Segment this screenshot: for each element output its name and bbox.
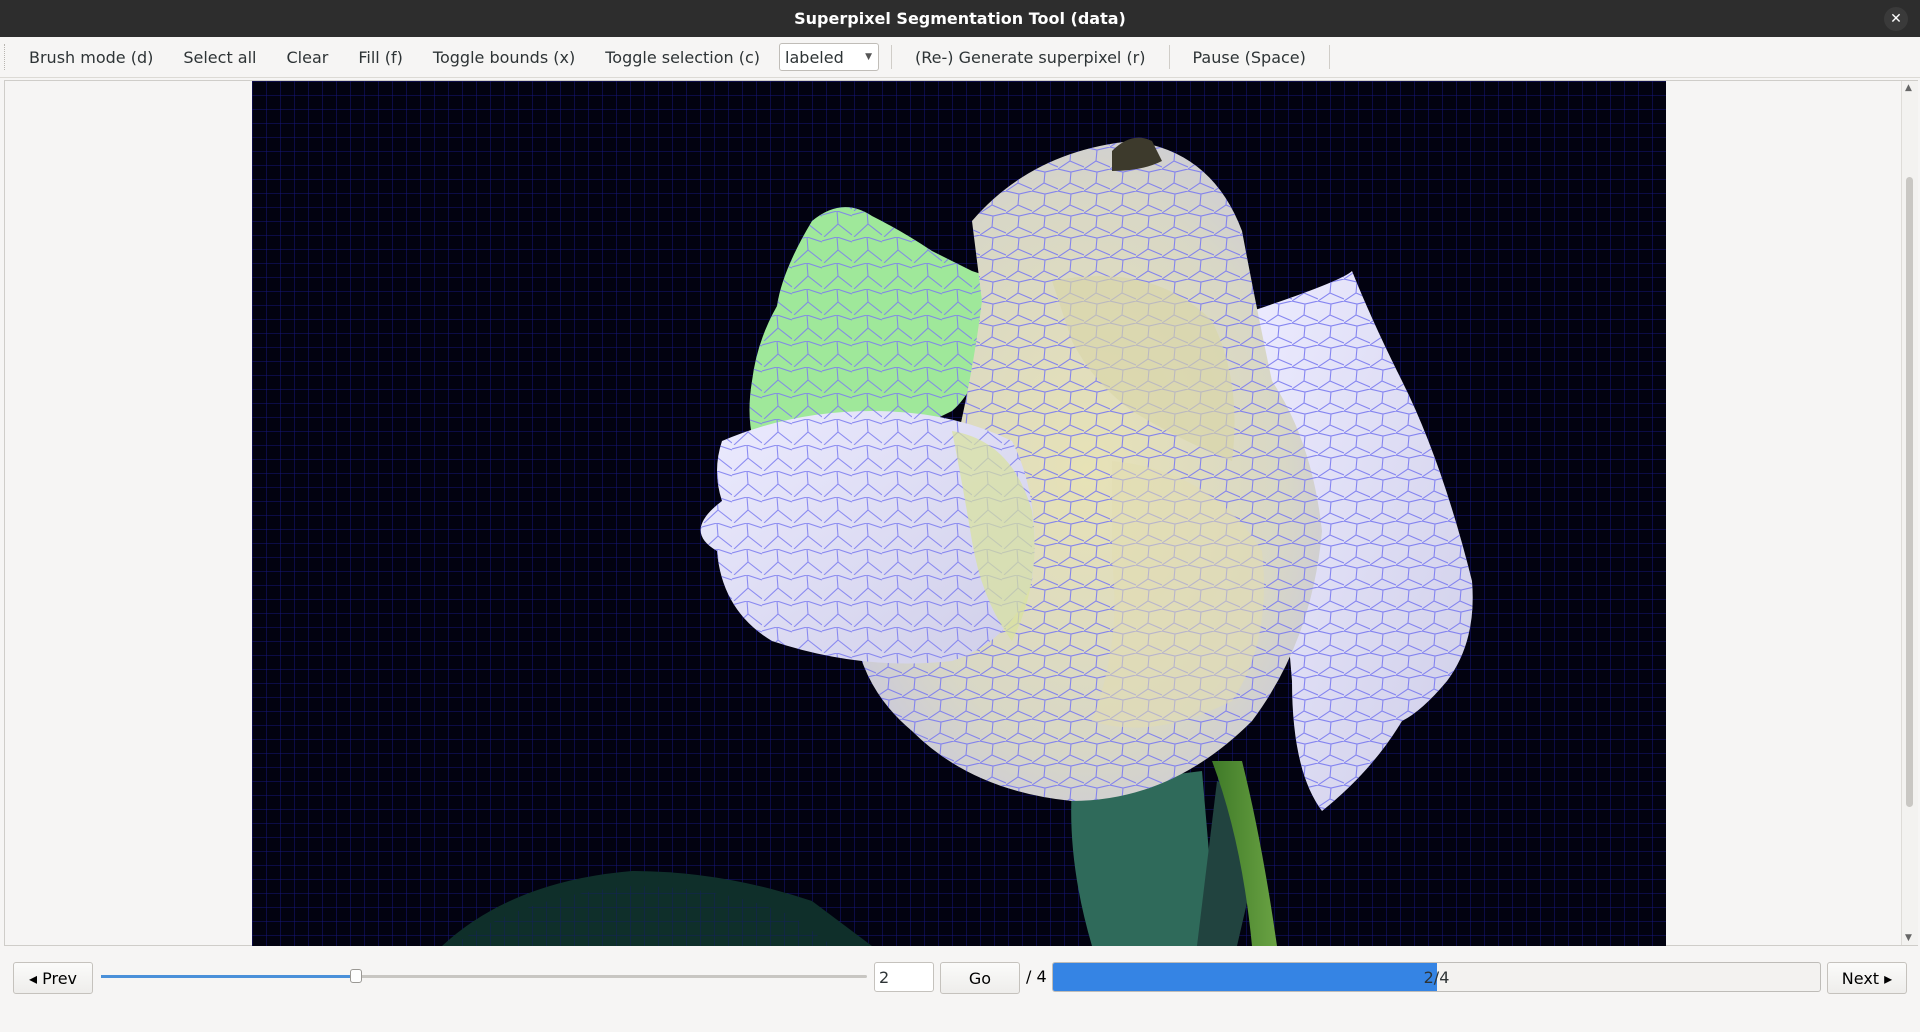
close-icon[interactable]: ✕ [1884, 7, 1908, 31]
pause-button[interactable]: Pause (Space) [1178, 42, 1321, 73]
window-title: Superpixel Segmentation Tool (data) [794, 9, 1126, 28]
page-number-input[interactable] [874, 962, 934, 992]
page-total-label: / 4 [1026, 967, 1047, 986]
scrollbar-thumb[interactable] [1906, 177, 1913, 807]
prev-button[interactable]: ◂ Prev [13, 962, 93, 994]
app-window: Superpixel Segmentation Tool (data) ✕ Br… [0, 0, 1920, 1032]
generate-superpixel-button[interactable]: (Re-) Generate superpixel (r) [900, 42, 1160, 73]
toggle-selection-button[interactable]: Toggle selection (c) [590, 42, 775, 73]
select-all-button[interactable]: Select all [168, 42, 271, 73]
fill-button[interactable]: Fill (f) [343, 42, 418, 73]
toggle-bounds-button[interactable]: Toggle bounds (x) [418, 42, 590, 73]
clear-button[interactable]: Clear [272, 42, 344, 73]
progress-bar: 2/4 [1052, 962, 1821, 992]
mode-select-value: labeled [785, 47, 844, 67]
page-slider[interactable] [101, 969, 867, 983]
scroll-up-icon[interactable]: ▲ [1905, 83, 1912, 93]
toolbar-separator [1328, 45, 1330, 69]
image-canvas-icon [252, 81, 1666, 946]
segmentation-canvas[interactable] [252, 81, 1666, 946]
title-bar: Superpixel Segmentation Tool (data) ✕ [0, 0, 1920, 37]
scroll-down-icon[interactable]: ▼ [1905, 933, 1912, 943]
toolbar-grip[interactable] [4, 44, 8, 70]
vertical-scrollbar[interactable]: ▲ ▼ [1901, 81, 1918, 945]
toolbar-separator [1168, 45, 1170, 69]
slider-handle[interactable] [350, 969, 363, 983]
slider-fill [101, 975, 357, 978]
go-button[interactable]: Go [940, 962, 1020, 994]
progress-text: 2/4 [1423, 967, 1450, 987]
toolbar-separator [891, 45, 893, 69]
chevron-down-icon: ▼ [865, 52, 873, 62]
next-button[interactable]: Next ▸ [1827, 962, 1907, 994]
mode-select[interactable]: labeled ▼ [779, 43, 880, 71]
brush-mode-button[interactable]: Brush mode (d) [14, 42, 168, 73]
toolbar: Brush mode (d) Select all Clear Fill (f)… [0, 37, 1920, 78]
